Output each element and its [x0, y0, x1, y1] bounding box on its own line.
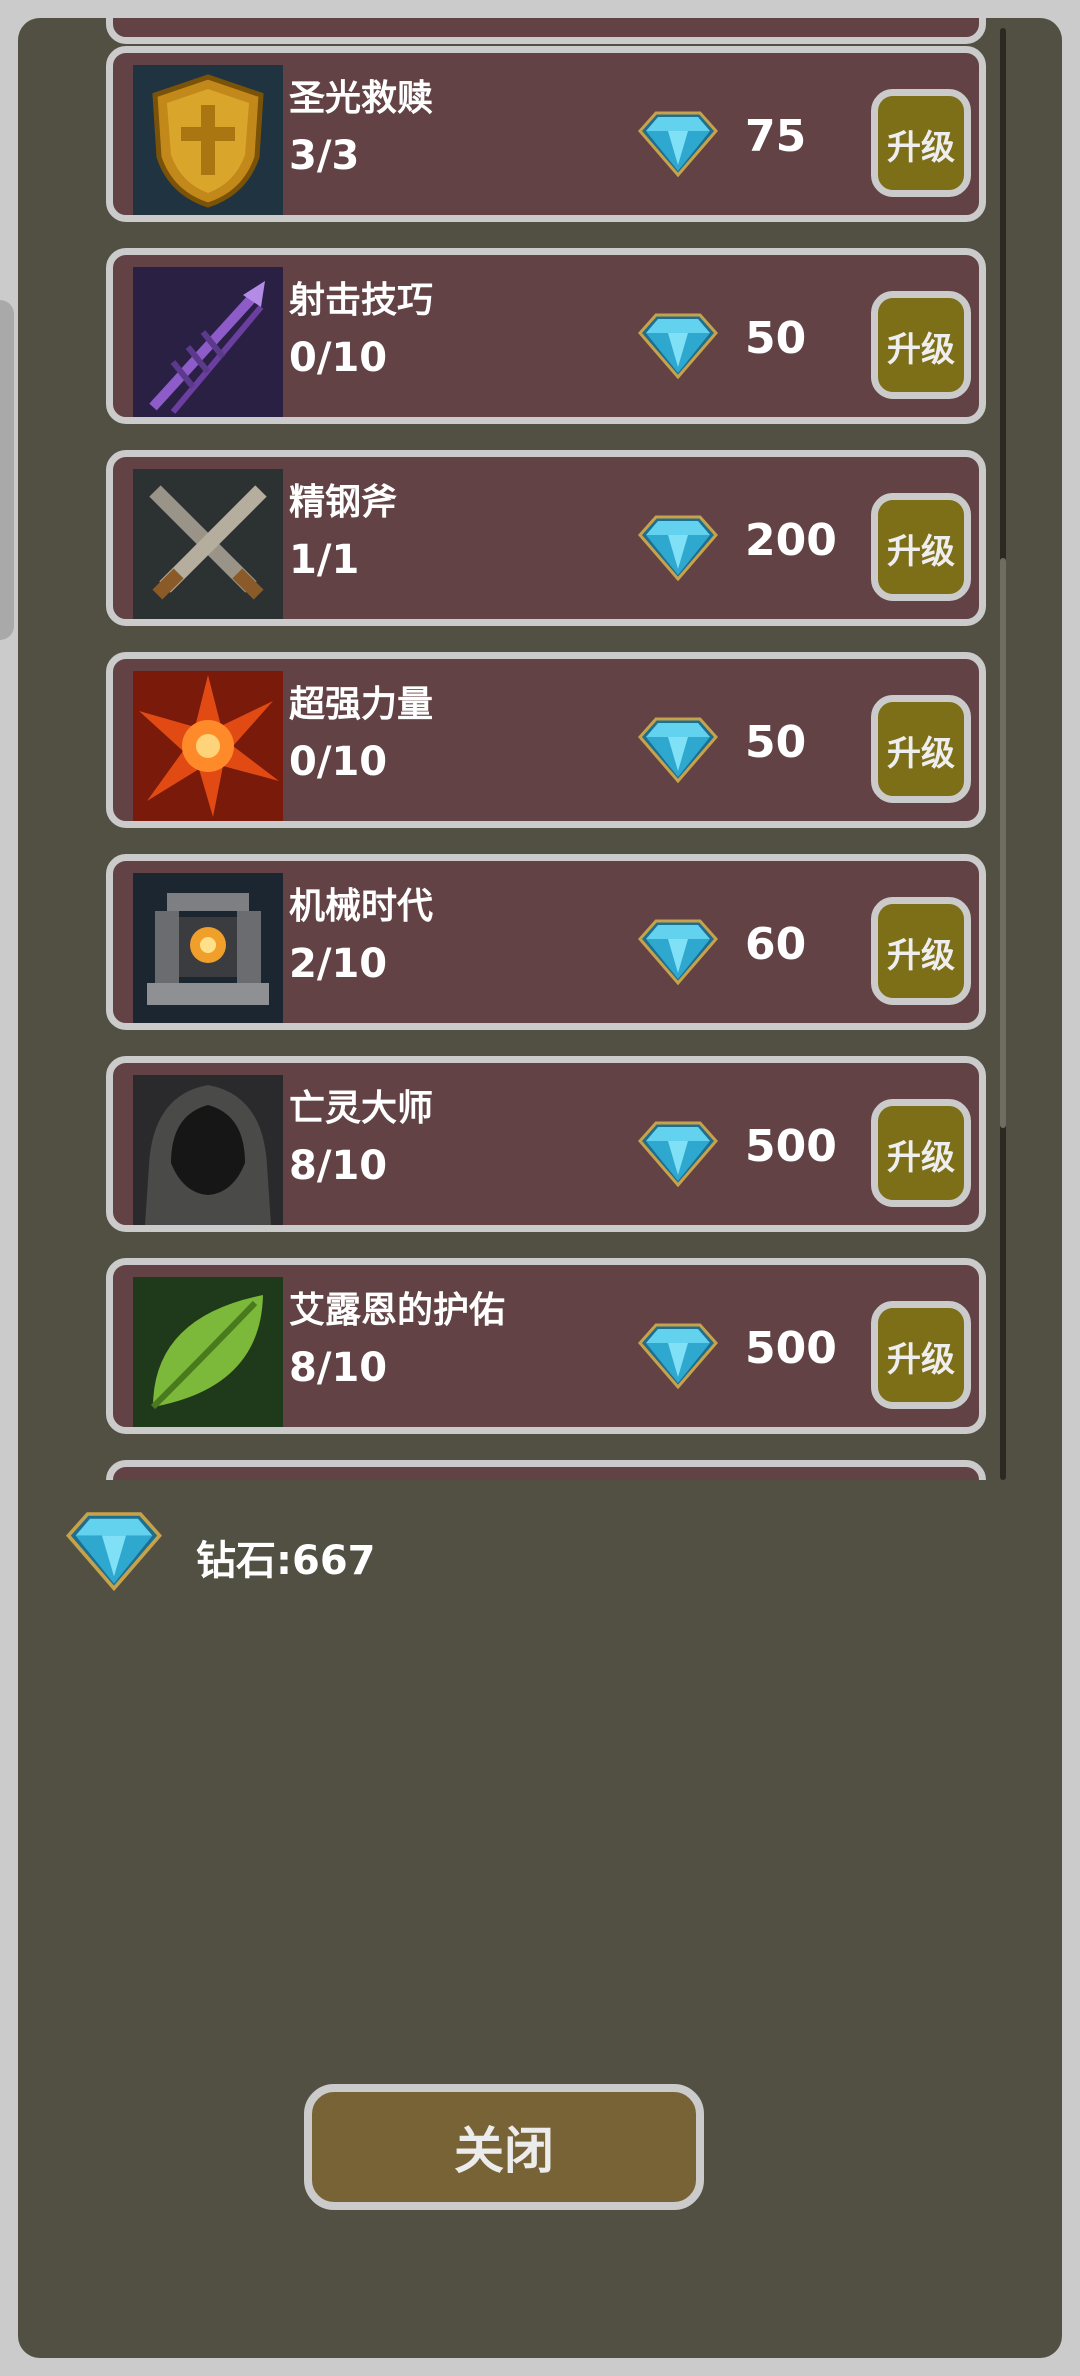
item-cost: 50	[745, 313, 807, 364]
purple-arrow-icon	[133, 267, 283, 417]
item-level: 0/10	[289, 739, 388, 785]
list-item: 圣光救赎 3/3 75 升级	[106, 46, 986, 222]
item-level: 3/3	[289, 133, 360, 179]
diamond-icon	[638, 515, 718, 581]
item-name: 亡灵大师	[289, 1088, 434, 1129]
fire-burst-icon	[133, 671, 283, 821]
item-level: 2/10	[289, 941, 388, 987]
upgrade-button[interactable]: 升级	[871, 1301, 971, 1409]
item-cost: 500	[745, 1323, 837, 1374]
item-name: 精钢斧	[289, 482, 398, 523]
green-leaf-icon	[133, 1277, 283, 1427]
list-item: 超强力量 0/10 50 升级	[106, 652, 986, 828]
diamond-icon	[638, 1121, 718, 1187]
item-level: 8/10	[289, 1143, 388, 1189]
list-item: 精钢斧 1/1 200 升级	[106, 450, 986, 626]
list-item: 亡灵大师 8/10 500 升级	[106, 1056, 986, 1232]
crossed-blades-icon	[133, 469, 283, 619]
item-level: 0/10	[289, 335, 388, 381]
diamond-icon	[638, 111, 718, 177]
diamond-icon	[638, 1323, 718, 1389]
item-cost: 200	[745, 515, 837, 566]
list-item-partial-bottom	[106, 1460, 986, 1480]
diamond-icon	[638, 313, 718, 379]
item-name: 艾露恩的护佑	[289, 1290, 506, 1331]
scrollbar-thumb[interactable]	[1000, 558, 1006, 1128]
item-cost: 500	[745, 1121, 837, 1172]
upgrade-panel: 圣光救赎 3/3 75 升级 射击技巧 0/10 50 升级 精钢斧 1/1 2…	[0, 0, 1080, 2376]
panel-body: 圣光救赎 3/3 75 升级 射击技巧 0/10 50 升级 精钢斧 1/1 2…	[18, 18, 1062, 2358]
upgrade-button[interactable]: 升级	[871, 1099, 971, 1207]
diamond-balance: 钻石:667	[196, 1538, 376, 1584]
upgrade-button[interactable]: 升级	[871, 897, 971, 1005]
forge-machine-icon	[133, 873, 283, 1023]
diamond-icon	[66, 1512, 162, 1592]
diamond-icon	[638, 919, 718, 985]
upgrade-button[interactable]: 升级	[871, 493, 971, 601]
item-name: 机械时代	[289, 886, 434, 927]
upgrade-button[interactable]: 升级	[871, 89, 971, 197]
upgrade-list[interactable]: 圣光救赎 3/3 75 升级 射击技巧 0/10 50 升级 精钢斧 1/1 2…	[88, 18, 1008, 1480]
item-level: 8/10	[289, 1345, 388, 1391]
item-level: 1/1	[289, 537, 360, 583]
upgrade-button[interactable]: 升级	[871, 291, 971, 399]
upgrade-button[interactable]: 升级	[871, 695, 971, 803]
list-item: 射击技巧 0/10 50 升级	[106, 248, 986, 424]
side-drawer-handle[interactable]	[0, 300, 14, 640]
list-item-partial-top	[106, 18, 986, 44]
item-name: 射击技巧	[289, 280, 434, 321]
item-cost: 75	[745, 111, 807, 162]
item-name: 圣光救赎	[289, 78, 434, 119]
item-name: 超强力量	[289, 684, 434, 725]
item-cost: 50	[745, 717, 807, 768]
item-cost: 60	[745, 919, 807, 970]
golden-shield-icon	[133, 65, 283, 215]
close-button[interactable]: 关闭	[304, 2084, 704, 2210]
diamond-icon	[638, 717, 718, 783]
hooded-figure-icon	[133, 1075, 283, 1225]
list-item: 机械时代 2/10 60 升级	[106, 854, 986, 1030]
list-item: 艾露恩的护佑 8/10 500 升级	[106, 1258, 986, 1434]
